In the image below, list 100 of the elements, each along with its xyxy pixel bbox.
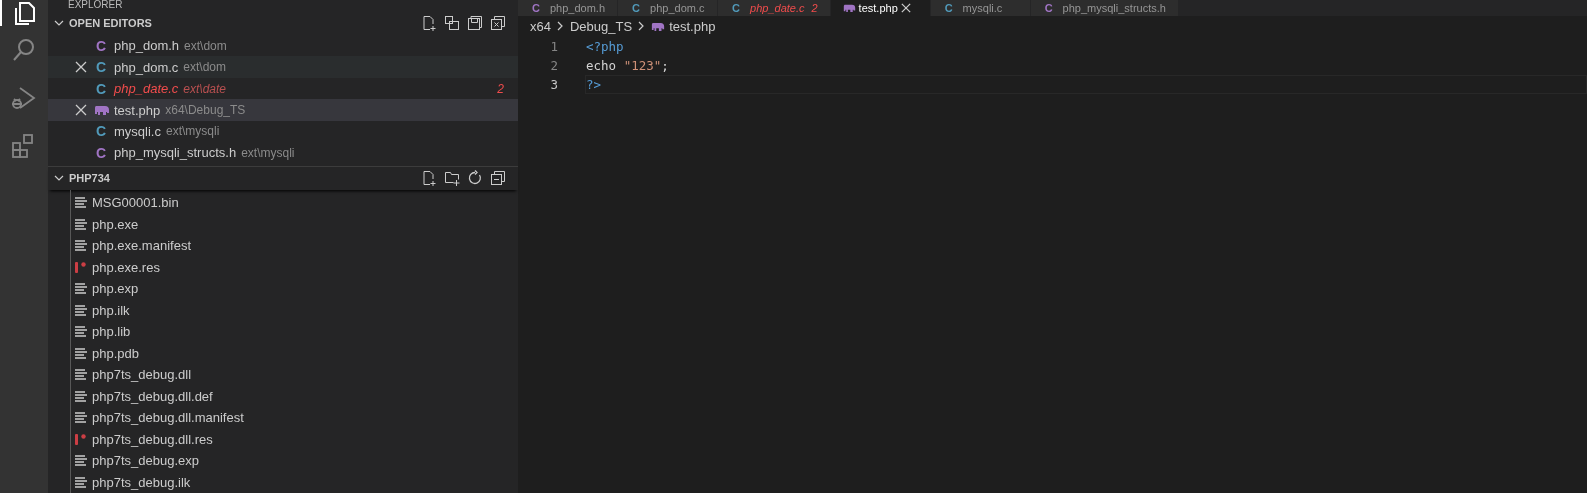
c-file-icon: C	[92, 59, 110, 76]
file-path: ext\dom	[183, 60, 226, 75]
text-file-icon	[75, 369, 87, 381]
text-file-icon	[75, 218, 87, 230]
open-editor-item[interactable]: C php_dom.h ext\dom	[48, 35, 518, 57]
file-tree-item[interactable]: php7ts_debug.dll.manifest	[71, 406, 518, 429]
code-line: ?>	[586, 77, 602, 92]
section-title: PHP734	[69, 172, 110, 185]
file-tree-item[interactable]: php.exe.manifest	[71, 234, 518, 257]
save-all-icon[interactable]	[444, 15, 460, 32]
c-file-icon: C	[630, 2, 643, 14]
file-name: MSG00001.bin	[92, 195, 179, 211]
open-editor-item[interactable]: C php_date.c ext\date 2	[48, 77, 518, 100]
problem-count: 2	[497, 81, 504, 96]
close-all-icon[interactable]	[490, 15, 506, 32]
problem-count: 2	[811, 2, 818, 14]
c-file-icon: C	[1042, 2, 1055, 14]
text-file-icon	[75, 326, 87, 338]
open-editor-item[interactable]: test.php x64\Debug_TS	[48, 99, 518, 121]
breadcrumb-item[interactable]: test.php	[651, 18, 716, 34]
tab-label: mysqli.c	[962, 2, 1003, 14]
breadcrumb-item[interactable]: Debug_TS	[569, 18, 633, 34]
text-file-icon	[75, 240, 87, 252]
text-file-icon	[75, 304, 87, 316]
file-name: php.exe	[92, 216, 139, 232]
file-tree-item[interactable]: php7ts_debug.dll	[71, 363, 518, 386]
close-icon[interactable]	[75, 61, 87, 74]
tab-label: php_date.c	[750, 2, 805, 14]
file-name: php7ts_debug.dll.res	[92, 431, 213, 447]
section-header[interactable]: OPEN EDITORS	[48, 11, 518, 36]
close-icon[interactable]	[75, 104, 87, 117]
file-path: ext\mysqli	[165, 124, 220, 139]
file-tree-item[interactable]: php.exe.res	[71, 256, 518, 278]
file-path: x64\Debug_TS	[165, 103, 246, 118]
line-number: 3	[549, 77, 558, 92]
text-file-icon	[75, 476, 87, 488]
text-file-icon	[75, 197, 87, 209]
file-name: mysqli.c	[114, 123, 161, 139]
file-name: php.exp	[92, 281, 139, 297]
file-name: php_dom.h	[114, 38, 180, 54]
breadcrumb-item[interactable]: x64	[530, 18, 551, 34]
editor-tab[interactable]: C mysqli.c	[930, 0, 1031, 16]
code-line: <?php	[586, 39, 624, 54]
file-tree-item[interactable]: php7ts_debug.ilk	[71, 471, 518, 493]
file-tree-item[interactable]: php7ts_debug.dll.def	[71, 385, 518, 407]
new-file-icon[interactable]	[421, 170, 437, 187]
file-path: ext\dom	[184, 38, 227, 53]
file-tree-item[interactable]: php.exp	[71, 277, 518, 300]
save-icon[interactable]	[467, 15, 483, 32]
file-name: php.ilk	[92, 302, 130, 318]
new-folder-icon[interactable]	[444, 170, 460, 187]
file-tree-item[interactable]: php.pdb	[71, 342, 518, 364]
file-tree-item[interactable]: php7ts_debug.exp	[71, 449, 518, 472]
file-path: ext\mysqli	[241, 145, 295, 160]
c-file-icon: C	[92, 144, 110, 161]
section-header[interactable]: PHP734	[48, 165, 518, 190]
c-file-icon: C	[92, 37, 110, 54]
text-file-icon	[75, 347, 87, 359]
file-name: php.pdb	[92, 345, 139, 361]
sidebar-title: EXPLORER	[67, 0, 124, 12]
open-editor-item[interactable]: C php_mysqli_structs.h ext\mysqli	[48, 142, 518, 164]
file-tree-item[interactable]: php.exe	[71, 213, 518, 235]
c-file-icon: C	[730, 2, 743, 14]
elephant-icon	[94, 104, 110, 117]
editor-tab[interactable]: C php_dom.c	[618, 0, 719, 16]
tab-label: test.php	[858, 2, 898, 14]
c-file-icon: C	[92, 80, 110, 97]
editor-tab[interactable]: C php_date.c 2	[718, 0, 831, 16]
chevron-right-icon	[638, 21, 646, 31]
c-file-icon: C	[530, 2, 542, 14]
file-tree-item[interactable]: php7ts_debug.dll.res	[71, 428, 518, 450]
file-name: php_date.c	[114, 81, 179, 97]
tab-label: php_mysqli_structs.h	[1062, 2, 1166, 14]
close-icon[interactable]	[900, 3, 911, 13]
file-name: php.lib	[92, 324, 131, 340]
section-title: OPEN EDITORS	[69, 17, 152, 30]
resource-file-icon	[75, 433, 87, 445]
file-name: php.exe.res	[92, 259, 160, 275]
collapse-all-icon[interactable]	[490, 170, 506, 187]
file-tree-item[interactable]: php.lib	[71, 320, 518, 343]
file-name: php7ts_debug.ilk	[92, 474, 191, 490]
line-number: 2	[549, 58, 558, 73]
chevron-right-icon	[556, 21, 564, 31]
open-editor-item[interactable]: C mysqli.c ext\mysqli	[48, 120, 518, 143]
play-bug-icon	[10, 84, 38, 112]
text-file-icon	[75, 412, 87, 424]
text-file-icon	[75, 455, 87, 467]
file-name: php_dom.c	[114, 59, 179, 75]
tab-label: php_dom.h	[550, 2, 606, 14]
new-file-icon[interactable]	[421, 15, 437, 32]
file-path: ext\date	[183, 81, 227, 96]
file-tree-item[interactable]: MSG00001.bin	[71, 191, 518, 214]
editor-tab[interactable]: C php_dom.h	[518, 0, 619, 16]
editor-tab[interactable]: C php_mysqli_structs.h	[1030, 0, 1179, 16]
file-tree-item[interactable]: php.ilk	[71, 299, 518, 321]
code-line: echo "123";	[586, 58, 669, 73]
refresh-icon[interactable]	[467, 170, 483, 187]
editor-tab[interactable]: test.php	[830, 0, 931, 16]
c-file-icon: C	[92, 123, 110, 140]
open-editor-item[interactable]: C php_dom.c ext\dom	[48, 56, 518, 78]
